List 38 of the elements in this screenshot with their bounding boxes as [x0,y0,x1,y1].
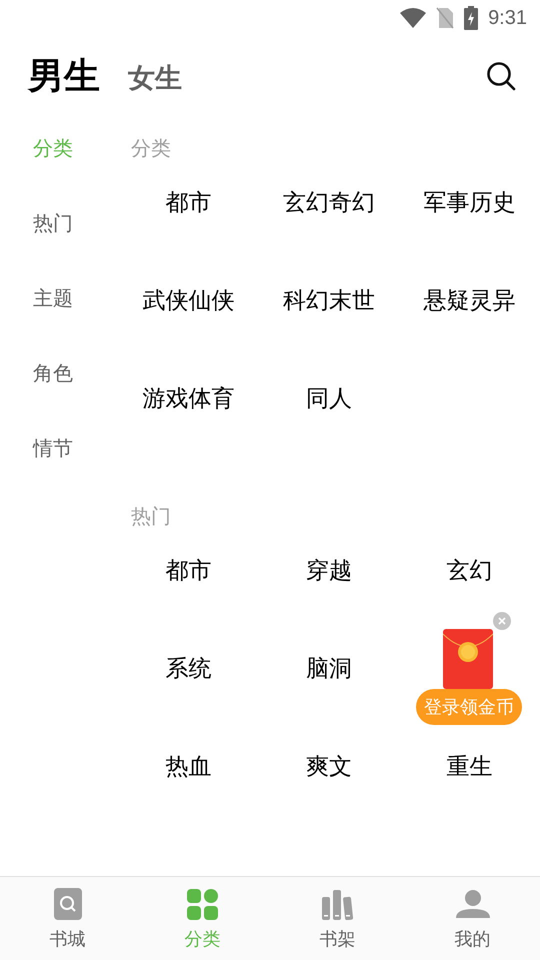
close-icon[interactable] [493,612,511,630]
side-nav-item[interactable]: 热门 [33,211,118,237]
nav-label: 分类 [184,928,220,950]
battery-icon [464,6,478,30]
category-item[interactable]: 科幻末世 [282,285,375,315]
category-item[interactable]: 脑洞 [306,653,352,683]
category-item[interactable]: 玄幻 [446,555,493,585]
nav-label: 书架 [320,928,356,950]
wifi-icon [400,8,426,28]
bottom-nav-tab[interactable]: 书城 [0,877,135,960]
envelope-icon[interactable] [443,629,493,689]
section-title: 分类 [130,137,172,162]
category-item[interactable]: 热血 [165,751,212,781]
side-nav-item[interactable]: 情节 [33,436,118,462]
gender-tab[interactable]: 男生 [28,58,100,94]
category-item[interactable]: 穿越 [306,555,352,585]
category-item[interactable]: 爽文 [306,751,352,781]
category-item[interactable]: 武侠仙侠 [142,285,234,315]
gender-tab[interactable]: 女生 [128,65,182,94]
no-sim-icon [436,7,454,29]
bottom-nav-tab[interactable]: 书架 [270,877,405,960]
search-icon[interactable] [486,61,516,91]
category-item[interactable]: 悬疑灵异 [424,285,516,315]
category-item[interactable]: 系统 [165,653,212,683]
section-title: 热门 [130,505,172,530]
status-time: 9:31 [488,6,527,31]
category-item[interactable]: 重生 [446,751,493,781]
category-item[interactable]: 游戏体育 [142,383,234,413]
category-item[interactable]: 玄幻奇幻 [282,187,375,217]
side-nav-item[interactable]: 主题 [33,286,118,312]
side-nav-item[interactable]: 角色 [33,361,118,387]
category-item[interactable]: 都市 [165,555,212,585]
nav-label: 书城 [50,928,86,950]
nav-label: 我的 [454,928,490,950]
category-item[interactable]: 同人 [306,383,352,413]
category-item[interactable]: 军事历史 [424,187,516,217]
category-item[interactable]: 都市 [165,187,212,217]
bottom-nav-tab[interactable]: 我的 [405,877,540,960]
